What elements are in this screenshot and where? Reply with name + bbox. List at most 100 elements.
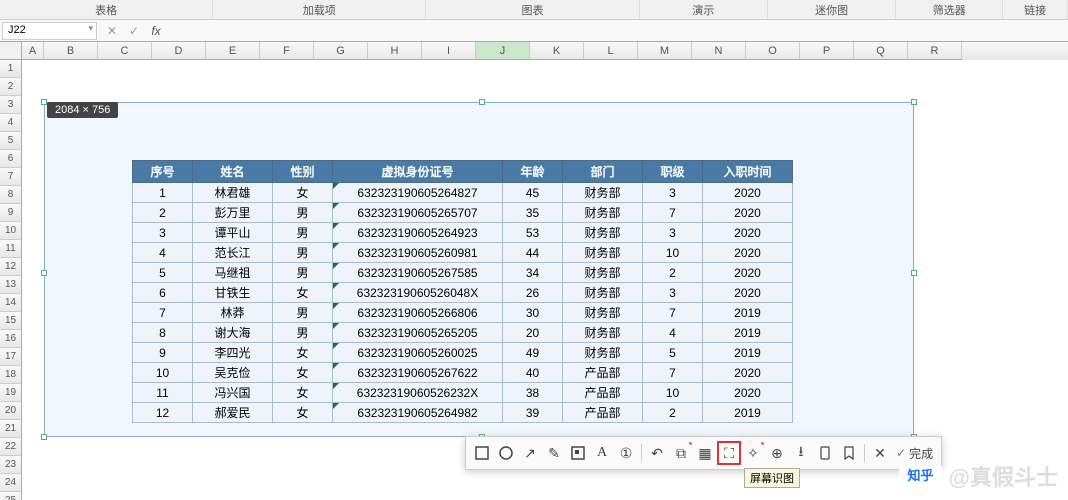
- copy-icon[interactable]: ⊕: [765, 441, 789, 465]
- table-cell[interactable]: 632323190605267585: [333, 263, 503, 283]
- row-header[interactable]: 16: [0, 330, 22, 348]
- table-cell[interactable]: 10: [133, 363, 193, 383]
- table-cell[interactable]: 39: [503, 403, 563, 423]
- row-header[interactable]: 20: [0, 402, 22, 420]
- table-cell[interactable]: 冯兴国: [193, 383, 273, 403]
- table-cell[interactable]: 3: [643, 283, 703, 303]
- table-cell[interactable]: 女: [273, 363, 333, 383]
- download-icon[interactable]: ⭳: [789, 441, 813, 465]
- table-cell[interactable]: 男: [273, 223, 333, 243]
- table-cell[interactable]: 1: [133, 183, 193, 203]
- table-cell[interactable]: 财务部: [563, 243, 643, 263]
- table-cell[interactable]: 632323190605264982: [333, 403, 503, 423]
- table-cell[interactable]: 财务部: [563, 203, 643, 223]
- circle-icon[interactable]: [494, 441, 518, 465]
- table-cell[interactable]: 53: [503, 223, 563, 243]
- done-button[interactable]: ✓完成: [892, 445, 937, 462]
- row-header[interactable]: 15: [0, 312, 22, 330]
- table-cell[interactable]: 财务部: [563, 323, 643, 343]
- ribbon-group[interactable]: 筛选器: [896, 0, 1003, 19]
- table-cell[interactable]: 632323190605265707: [333, 203, 503, 223]
- col-header[interactable]: M: [638, 42, 692, 60]
- ribbon-group[interactable]: 加载项: [213, 0, 426, 19]
- ribbon-group[interactable]: 演示: [640, 0, 768, 19]
- number-icon[interactable]: ①: [614, 441, 638, 465]
- handle-icon[interactable]: [911, 99, 917, 105]
- col-header[interactable]: C: [98, 42, 152, 60]
- table-cell[interactable]: 6: [133, 283, 193, 303]
- col-header[interactable]: N: [692, 42, 746, 60]
- table-cell[interactable]: 10: [643, 243, 703, 263]
- cancel-icon[interactable]: ✕: [101, 24, 123, 38]
- table-cell[interactable]: 632323190605264923: [333, 223, 503, 243]
- table-cell[interactable]: 35: [503, 203, 563, 223]
- table-cell[interactable]: 20: [503, 323, 563, 343]
- spreadsheet-grid[interactable]: A B C D E F G H I J K L M N O P Q R 1234…: [0, 42, 1068, 500]
- row-header[interactable]: 22: [0, 438, 22, 456]
- row-header[interactable]: 9: [0, 204, 22, 222]
- table-cell[interactable]: 45: [503, 183, 563, 203]
- table-cell[interactable]: 2020: [703, 183, 793, 203]
- table-cell[interactable]: 2020: [703, 203, 793, 223]
- table-cell[interactable]: 财务部: [563, 303, 643, 323]
- table-cell[interactable]: 马继祖: [193, 263, 273, 283]
- table-cell[interactable]: 7: [133, 303, 193, 323]
- fx-icon[interactable]: fx: [145, 24, 167, 38]
- table-cell[interactable]: 2019: [703, 343, 793, 363]
- screen-recognize-icon[interactable]: ⛶: [717, 441, 741, 465]
- mobile-icon[interactable]: [813, 441, 837, 465]
- table-cell[interactable]: 632323190605267622: [333, 363, 503, 383]
- table-cell[interactable]: 男: [273, 243, 333, 263]
- table-cell[interactable]: 男: [273, 263, 333, 283]
- region-icon[interactable]: [566, 441, 590, 465]
- table-cell[interactable]: 5: [643, 343, 703, 363]
- table-cell[interactable]: 男: [273, 323, 333, 343]
- row-header[interactable]: 2: [0, 78, 22, 96]
- table-cell[interactable]: 2: [643, 263, 703, 283]
- table-cell[interactable]: 范长江: [193, 243, 273, 263]
- row-header[interactable]: 14: [0, 294, 22, 312]
- col-header[interactable]: I: [422, 42, 476, 60]
- table-cell[interactable]: 产品部: [563, 383, 643, 403]
- col-header[interactable]: A: [22, 42, 44, 60]
- table-cell[interactable]: 2020: [703, 263, 793, 283]
- row-header[interactable]: 13: [0, 276, 22, 294]
- table-cell[interactable]: 财务部: [563, 183, 643, 203]
- undo-icon[interactable]: ↶: [645, 441, 669, 465]
- row-header[interactable]: 7: [0, 168, 22, 186]
- col-header[interactable]: P: [800, 42, 854, 60]
- table-cell[interactable]: 10: [643, 383, 703, 403]
- table-cell[interactable]: 44: [503, 243, 563, 263]
- table-cell[interactable]: 谭平山: [193, 223, 273, 243]
- row-header[interactable]: 24: [0, 474, 22, 492]
- table-cell[interactable]: 谢大海: [193, 323, 273, 343]
- pin-icon[interactable]: ✧: [741, 441, 765, 465]
- table-cell[interactable]: 2: [643, 403, 703, 423]
- handle-icon[interactable]: [41, 270, 47, 276]
- handle-icon[interactable]: [911, 270, 917, 276]
- translate-icon[interactable]: ⧉: [669, 441, 693, 465]
- col-header[interactable]: L: [584, 42, 638, 60]
- col-header[interactable]: E: [206, 42, 260, 60]
- table-cell[interactable]: 9: [133, 343, 193, 363]
- table-cell[interactable]: 2019: [703, 323, 793, 343]
- table-cell[interactable]: 2019: [703, 303, 793, 323]
- table-cell[interactable]: 11: [133, 383, 193, 403]
- row-header[interactable]: 19: [0, 384, 22, 402]
- table-cell[interactable]: 40: [503, 363, 563, 383]
- col-header[interactable]: K: [530, 42, 584, 60]
- table-cell[interactable]: 李四光: [193, 343, 273, 363]
- handle-icon[interactable]: [41, 434, 47, 440]
- table-cell[interactable]: 2020: [703, 363, 793, 383]
- row-header[interactable]: 17: [0, 348, 22, 366]
- col-header[interactable]: O: [746, 42, 800, 60]
- table-cell[interactable]: 49: [503, 343, 563, 363]
- ribbon-group[interactable]: 图表: [426, 0, 639, 19]
- row-header[interactable]: 8: [0, 186, 22, 204]
- table-cell[interactable]: 632323190605260025: [333, 343, 503, 363]
- row-header[interactable]: 21: [0, 420, 22, 438]
- col-header[interactable]: B: [44, 42, 98, 60]
- table-cell[interactable]: 吴克俭: [193, 363, 273, 383]
- ribbon-group[interactable]: 迷你图: [768, 0, 896, 19]
- row-header[interactable]: 5: [0, 132, 22, 150]
